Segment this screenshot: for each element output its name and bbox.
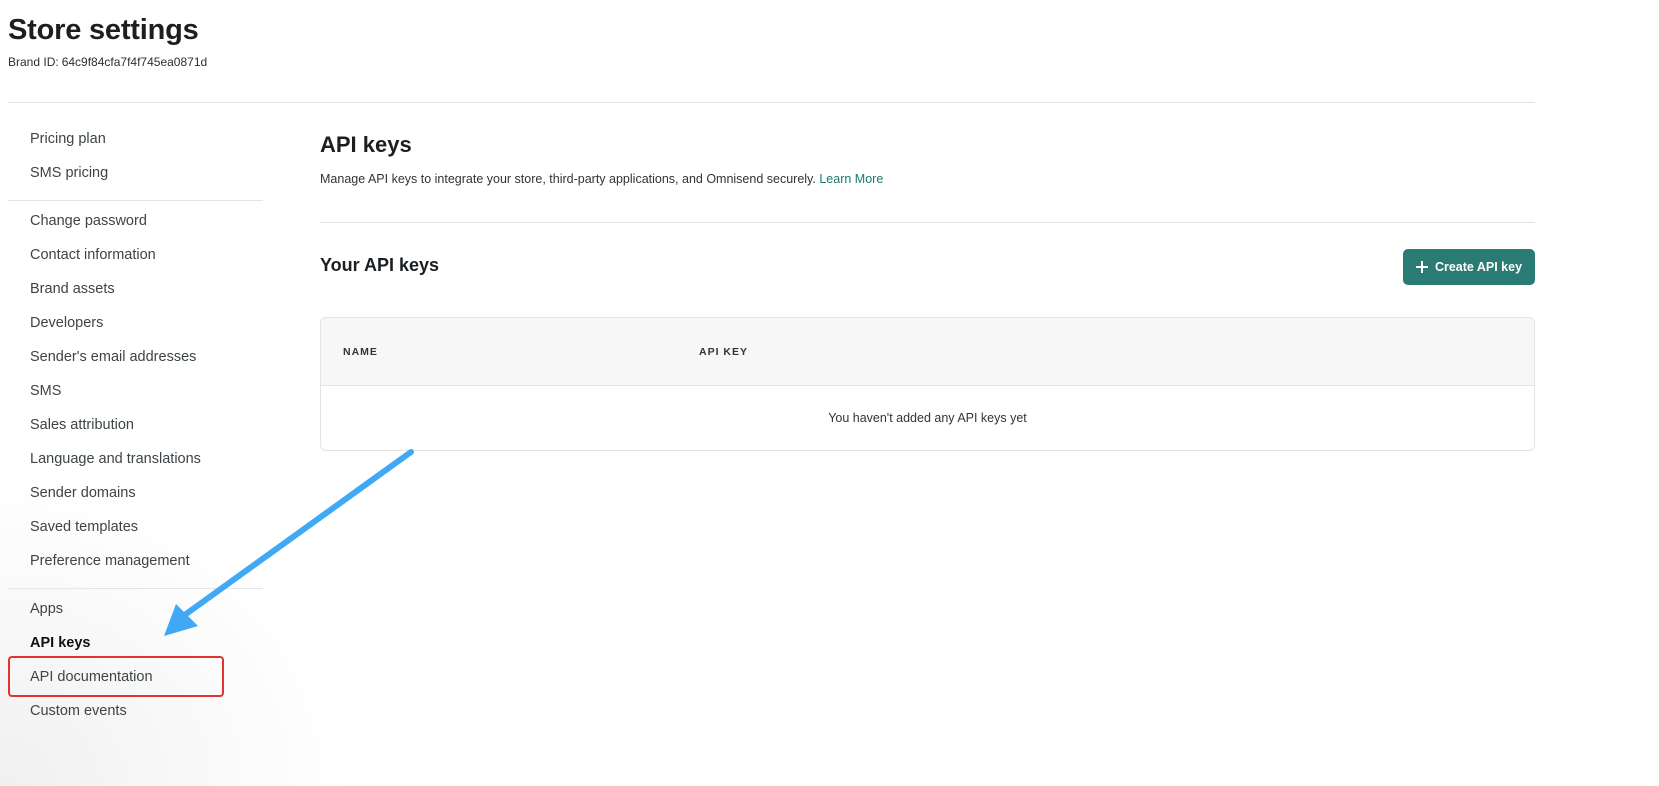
- sidebar-item-contact-information[interactable]: Contact information: [30, 247, 156, 263]
- column-header-api-key: API KEY: [699, 346, 749, 358]
- sidebar-item-custom-events[interactable]: Custom events: [30, 703, 127, 719]
- page-title: Store settings: [8, 14, 199, 46]
- arrow-shaft: [183, 449, 414, 617]
- empty-state-message: You haven't added any API keys yet: [828, 411, 1027, 425]
- plus-icon: [1415, 261, 1428, 273]
- column-header-name: NAME: [343, 346, 378, 358]
- create-api-key-button[interactable]: Create API key: [1403, 249, 1535, 285]
- sidebar-item-sms[interactable]: SMS: [30, 383, 61, 399]
- sidebar-item-preference-management[interactable]: Preference management: [30, 553, 190, 569]
- sidebar-item-api-keys[interactable]: API keys: [30, 635, 90, 651]
- section-description: Manage API keys to integrate your store,…: [320, 172, 883, 186]
- brand-id-row: Brand ID: 64c9f84cfa7f4f745ea0871d: [8, 55, 207, 69]
- arrow-head: [164, 604, 198, 636]
- corner-shadow: [0, 470, 360, 786]
- sidebar-item-senders-email-addresses[interactable]: Sender's email addresses: [30, 349, 196, 365]
- sidebar-item-change-password[interactable]: Change password: [30, 213, 147, 229]
- sidebar-item-sms-pricing[interactable]: SMS pricing: [30, 165, 108, 181]
- sidebar-item-developers[interactable]: Developers: [30, 315, 103, 331]
- brand-id-value: 64c9f84cfa7f4f745ea0871d: [61, 55, 208, 69]
- brand-id-label: Brand ID:: [8, 55, 59, 69]
- sidebar-divider: [8, 200, 263, 201]
- sidebar-item-language-and-translations[interactable]: Language and translations: [30, 451, 201, 467]
- sidebar-item-sales-attribution[interactable]: Sales attribution: [30, 417, 134, 433]
- sidebar-item-sender-domains[interactable]: Sender domains: [30, 485, 136, 501]
- main-divider: [320, 222, 1535, 223]
- store-settings-page: Store settings Brand ID: 64c9f84cfa7f4f74…: [0, 0, 1659, 786]
- api-keys-highlight-box: [8, 656, 224, 697]
- section-title: API keys: [320, 132, 412, 157]
- sidebar-item-apps[interactable]: Apps: [30, 601, 63, 617]
- your-api-keys-heading: Your API keys: [320, 255, 440, 275]
- create-api-key-label: Create API key: [1434, 260, 1523, 274]
- sidebar-item-saved-templates[interactable]: Saved templates: [30, 519, 138, 535]
- table-header: NAME API KEY: [321, 318, 1534, 386]
- sidebar-divider: [8, 588, 263, 589]
- sidebar-item-brand-assets[interactable]: Brand assets: [30, 281, 115, 297]
- api-keys-table: NAME API KEY You haven't added any API k…: [320, 317, 1535, 451]
- description-text: Manage API keys to integrate your store,…: [320, 172, 816, 186]
- learn-more-link[interactable]: Learn More: [819, 172, 883, 186]
- header-divider: [8, 102, 1535, 103]
- sidebar-item-pricing-plan[interactable]: Pricing plan: [30, 131, 106, 147]
